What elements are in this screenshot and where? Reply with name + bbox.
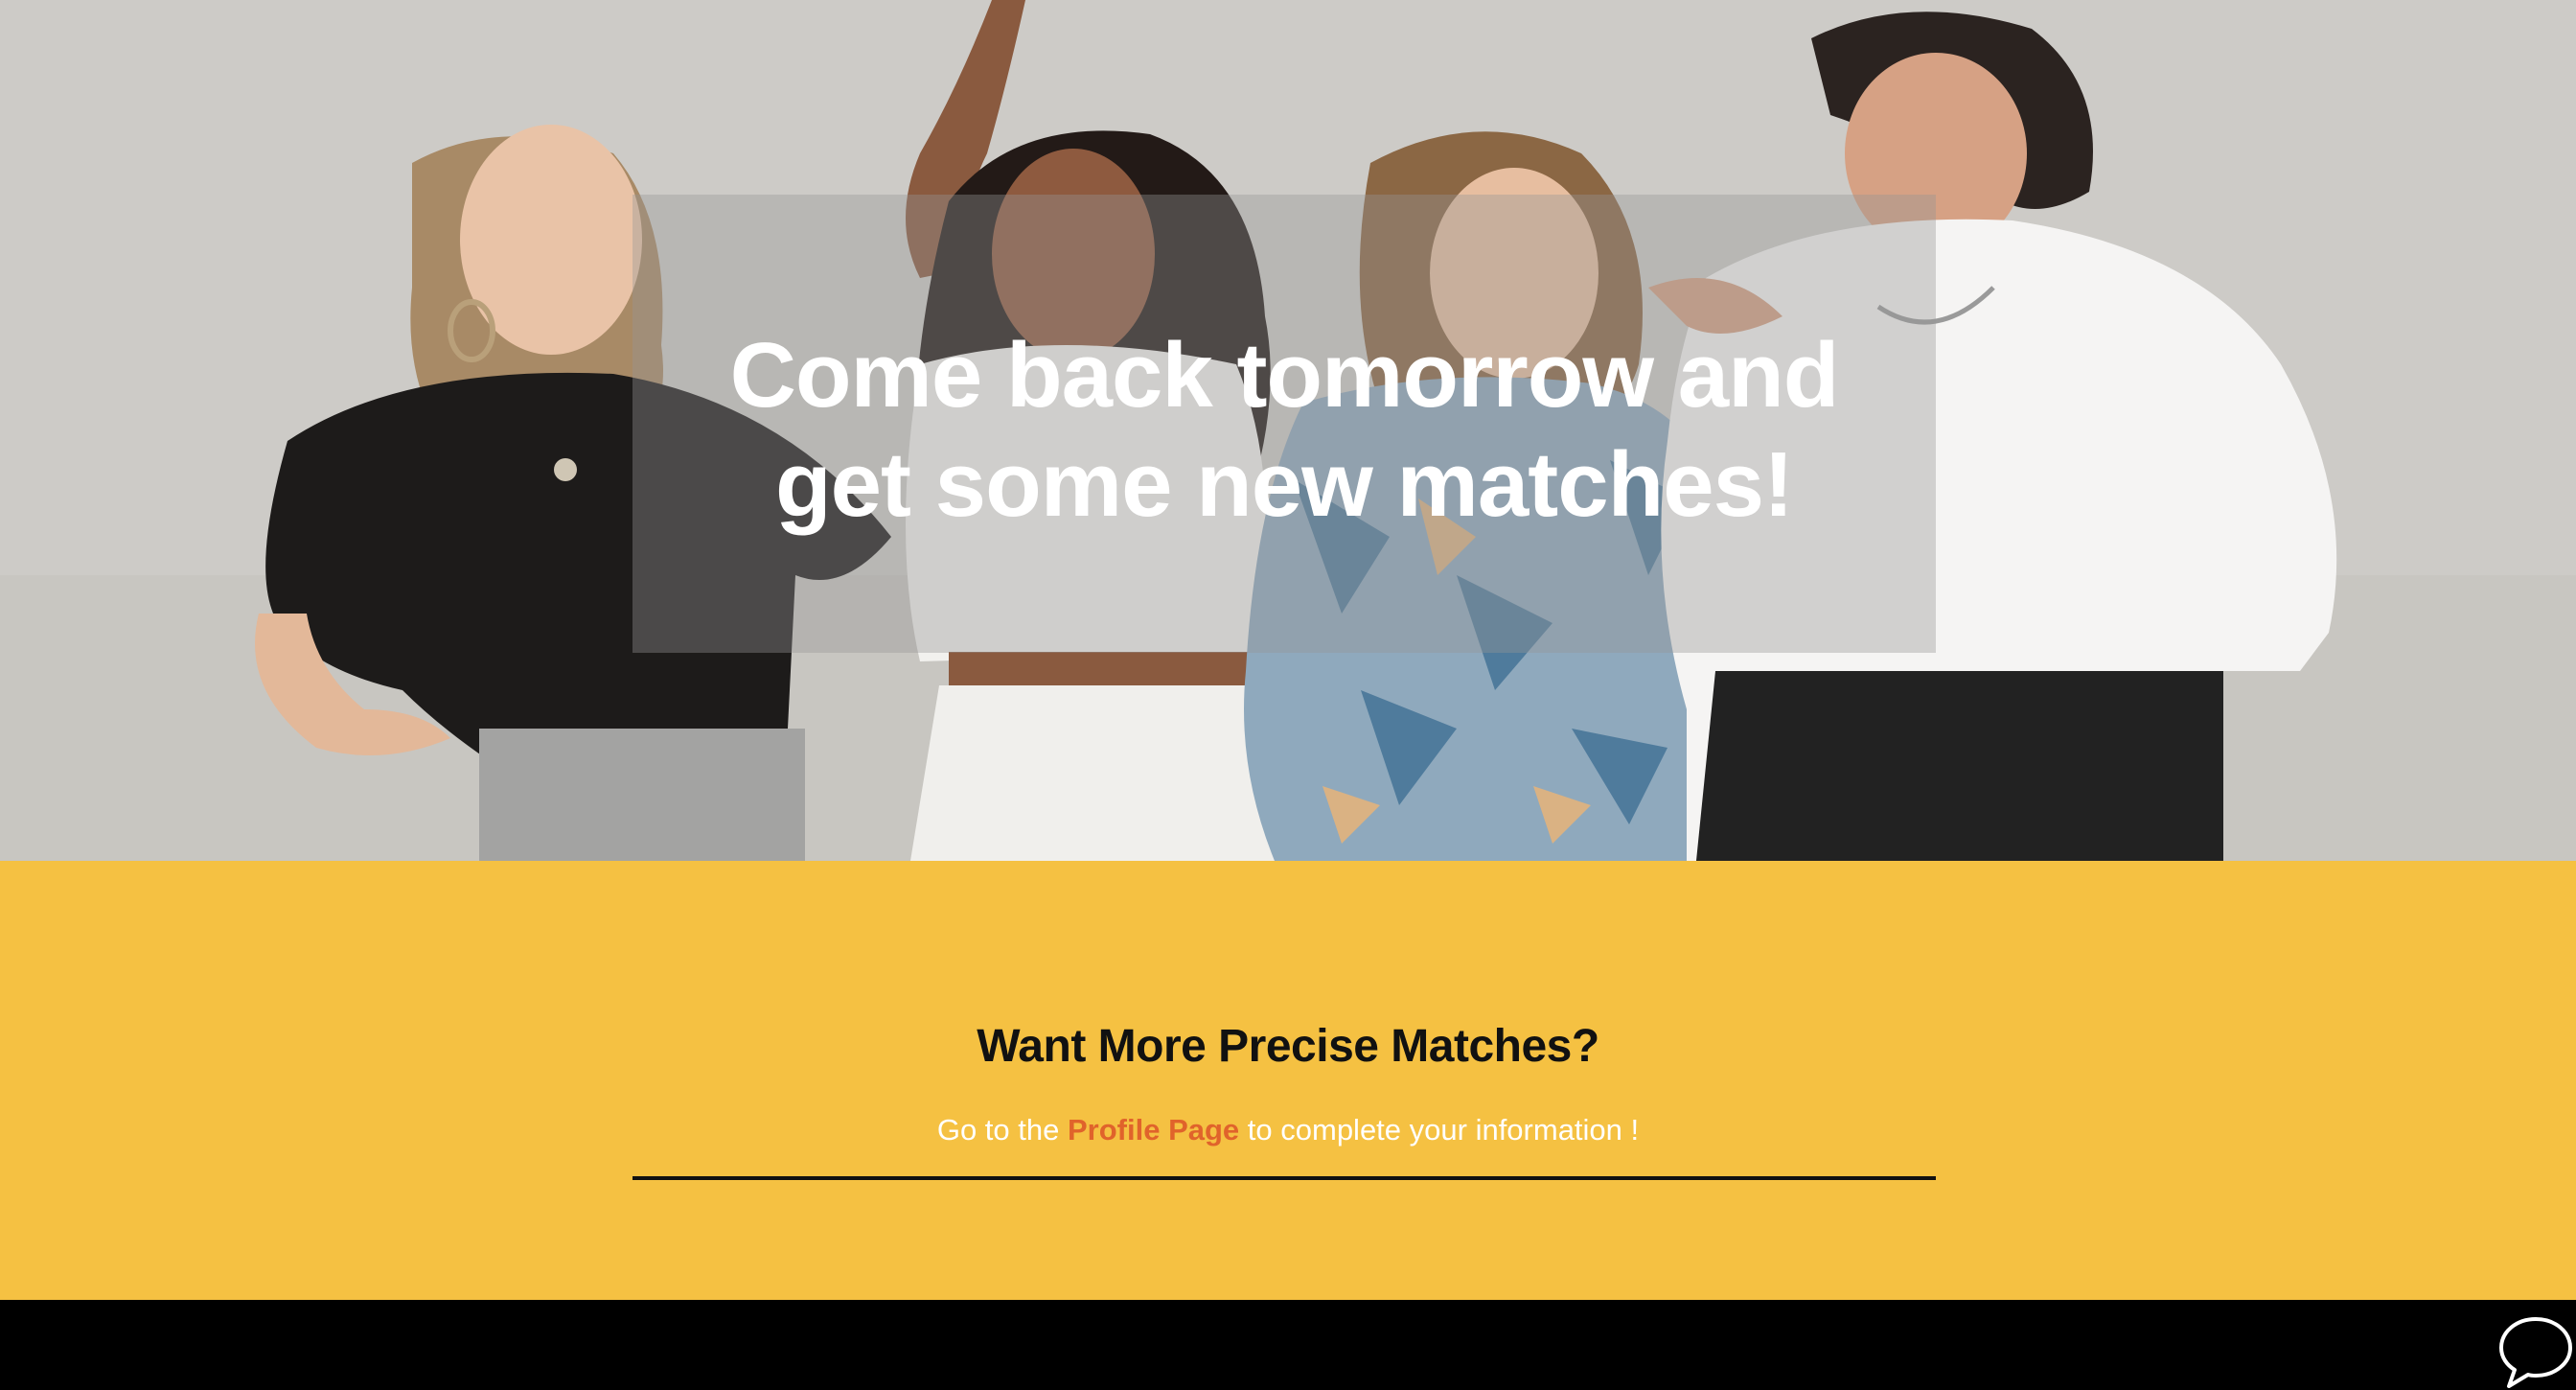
- page: Come back tomorrow and get some new matc…: [0, 0, 2576, 1390]
- chat-bubble-icon: [2499, 1317, 2572, 1388]
- hero-section: Come back tomorrow and get some new matc…: [0, 0, 2576, 861]
- hero-headline-line-1: Come back tomorrow and: [729, 324, 1840, 427]
- profile-cta-section: Want More Precise Matches? Go to the Pro…: [0, 861, 2576, 1300]
- hero-headline-line-2: get some new matches!: [775, 433, 1794, 536]
- cta-title: Want More Precise Matches?: [977, 1021, 1599, 1072]
- footer: [0, 1300, 2576, 1390]
- cta-text-after: to complete your information !: [1239, 1113, 1640, 1147]
- cta-divider: [632, 1176, 1936, 1180]
- cta-text-before: Go to the: [936, 1113, 1068, 1147]
- chat-button[interactable]: [2494, 1313, 2576, 1390]
- hero-headline: Come back tomorrow and get some new matc…: [632, 321, 1936, 540]
- cta-text: Go to the Profile Page to complete your …: [0, 1113, 2576, 1147]
- profile-page-link[interactable]: Profile Page: [1068, 1113, 1239, 1147]
